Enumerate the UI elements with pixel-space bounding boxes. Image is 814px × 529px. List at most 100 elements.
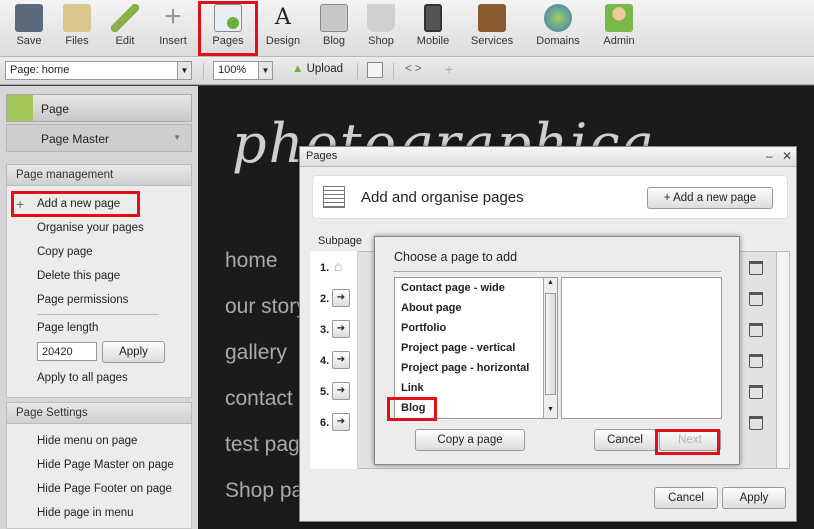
pages-button-highlight	[198, 1, 258, 56]
upload-icon: ▲	[292, 63, 304, 75]
list-item[interactable]: Project page - vertical	[401, 342, 515, 354]
close-icon[interactable]: ✕	[782, 149, 792, 163]
list-item[interactable]: Contact page - wide	[401, 282, 505, 294]
trash-icon[interactable]	[749, 292, 763, 306]
separator	[393, 63, 394, 79]
dialog-header: Add and organise pages + Add a new page	[312, 175, 788, 219]
arrow-right-icon[interactable]: ➔	[332, 351, 350, 369]
trash-icon[interactable]	[749, 354, 763, 368]
delete-page-link[interactable]: Delete this page	[37, 270, 120, 282]
hide-menu-link[interactable]: Hide menu on page	[37, 435, 137, 447]
page-permissions-link[interactable]: Page permissions	[37, 294, 128, 306]
briefcase-icon	[478, 4, 506, 32]
tab-page[interactable]: Page	[6, 94, 192, 122]
chevron-down-icon: ▼	[173, 133, 181, 142]
save-button[interactable]: Save	[10, 4, 48, 54]
trash-icon[interactable]	[749, 385, 763, 399]
list-item[interactable]: Link	[401, 382, 424, 394]
chevron-down-icon: ▼	[258, 62, 272, 79]
site-nav-item[interactable]: gallery	[225, 341, 287, 365]
copy-page-button[interactable]: Copy a page	[415, 429, 525, 451]
blog-icon	[320, 4, 348, 32]
plus-icon: +	[164, 0, 182, 33]
page-length-apply-button[interactable]: Apply	[102, 341, 165, 363]
upload-button[interactable]: ▲ Upload	[292, 63, 343, 75]
phone-icon	[424, 4, 442, 32]
zoom-select[interactable]: 100% ▼	[213, 61, 273, 80]
pencil-icon	[111, 4, 139, 32]
sub-toolbar: Page: home ▼ 100% ▼ ▲ Upload < > +	[0, 57, 814, 85]
list-scrollbar[interactable]: ▲ ▼	[543, 278, 557, 418]
site-nav-item[interactable]: home	[225, 249, 278, 273]
site-nav-item[interactable]: our story	[225, 295, 307, 319]
page-management-panel	[6, 186, 192, 398]
arrow-right-icon[interactable]: ➔	[332, 382, 350, 400]
dialog-apply-button[interactable]: Apply	[722, 487, 786, 509]
design-button[interactable]: A Design	[263, 4, 303, 54]
trash-icon[interactable]	[749, 261, 763, 275]
choose-cancel-button[interactable]: Cancel	[594, 429, 656, 451]
page-length-input[interactable]: 20420	[37, 342, 97, 361]
separator	[357, 63, 358, 79]
floppy-disk-icon	[15, 4, 43, 32]
list-item[interactable]: Project page - horizontal	[401, 362, 529, 374]
trash-icon[interactable]	[749, 416, 763, 430]
divider	[393, 271, 721, 272]
hide-page-master-link[interactable]: Hide Page Master on page	[37, 459, 174, 471]
pencil-icon	[7, 95, 33, 121]
subpage-label: Subpage	[318, 235, 363, 247]
scroll-down-icon[interactable]: ▼	[547, 406, 554, 413]
scroll-up-icon[interactable]: ▲	[547, 279, 554, 286]
layout-icon[interactable]	[367, 62, 383, 78]
edit-button[interactable]: Edit	[106, 4, 144, 54]
services-button[interactable]: Services	[467, 4, 517, 54]
row-number: 5.	[320, 386, 330, 398]
code-button[interactable]: < >	[405, 63, 422, 75]
folder-icon	[63, 4, 91, 32]
copy-page-link[interactable]: Copy page	[37, 246, 93, 258]
next-button-highlight	[655, 429, 720, 455]
dialog-cancel-button[interactable]: Cancel	[654, 487, 718, 509]
tab-page-master[interactable]: Page Master ▼	[6, 124, 192, 152]
add-new-page-highlight	[11, 191, 140, 217]
row-number: 1.	[320, 262, 330, 274]
globe-icon	[544, 4, 572, 32]
trash-icon[interactable]	[749, 323, 763, 337]
scroll-thumb[interactable]	[545, 293, 556, 395]
add-new-page-button[interactable]: + Add a new page	[647, 187, 773, 209]
arrow-right-icon[interactable]: ➔	[332, 413, 350, 431]
page-management-heading: Page management	[6, 164, 192, 186]
organise-icon	[323, 186, 345, 208]
insert-button[interactable]: + Insert	[154, 0, 192, 54]
user-icon	[605, 4, 633, 32]
list-item[interactable]: About page	[401, 302, 462, 314]
files-button[interactable]: Files	[58, 4, 96, 54]
apply-to-all-link[interactable]: Apply to all pages	[37, 372, 128, 384]
shop-button[interactable]: Shop	[363, 4, 399, 54]
arrow-right-icon[interactable]: ➔	[332, 289, 350, 307]
dialog-titlebar: Pages	[300, 147, 796, 167]
design-icon: A	[275, 5, 291, 30]
list-item[interactable]: Portfolio	[401, 322, 446, 334]
arrow-right-icon[interactable]: ➔	[332, 320, 350, 338]
main-toolbar: Save Files Edit + Insert Pages A Design …	[0, 0, 814, 57]
admin-button[interactable]: Admin	[599, 4, 639, 54]
dialog-scrollbar[interactable]	[776, 251, 790, 469]
site-nav-item[interactable]: Shop pa	[225, 479, 303, 503]
site-nav-item[interactable]: contact	[225, 387, 293, 411]
basket-icon	[367, 4, 395, 32]
hide-page-footer-link[interactable]: Hide Page Footer on page	[37, 483, 172, 495]
chevron-down-icon: ▼	[177, 62, 191, 79]
row-number: 2.	[320, 293, 330, 305]
add-icon[interactable]: +	[445, 61, 453, 77]
domains-button[interactable]: Domains	[533, 4, 583, 54]
blog-button[interactable]: Blog	[316, 4, 352, 54]
organise-pages-link[interactable]: Organise your pages	[37, 222, 144, 234]
page-select[interactable]: Page: home ▼	[5, 61, 192, 80]
hide-in-menu-link[interactable]: Hide page in menu	[37, 507, 134, 519]
home-icon: ⌂	[334, 258, 343, 274]
minimize-icon[interactable]: –	[766, 149, 773, 163]
divider	[37, 314, 159, 315]
blog-item-highlight	[387, 397, 437, 421]
mobile-button[interactable]: Mobile	[412, 4, 454, 54]
